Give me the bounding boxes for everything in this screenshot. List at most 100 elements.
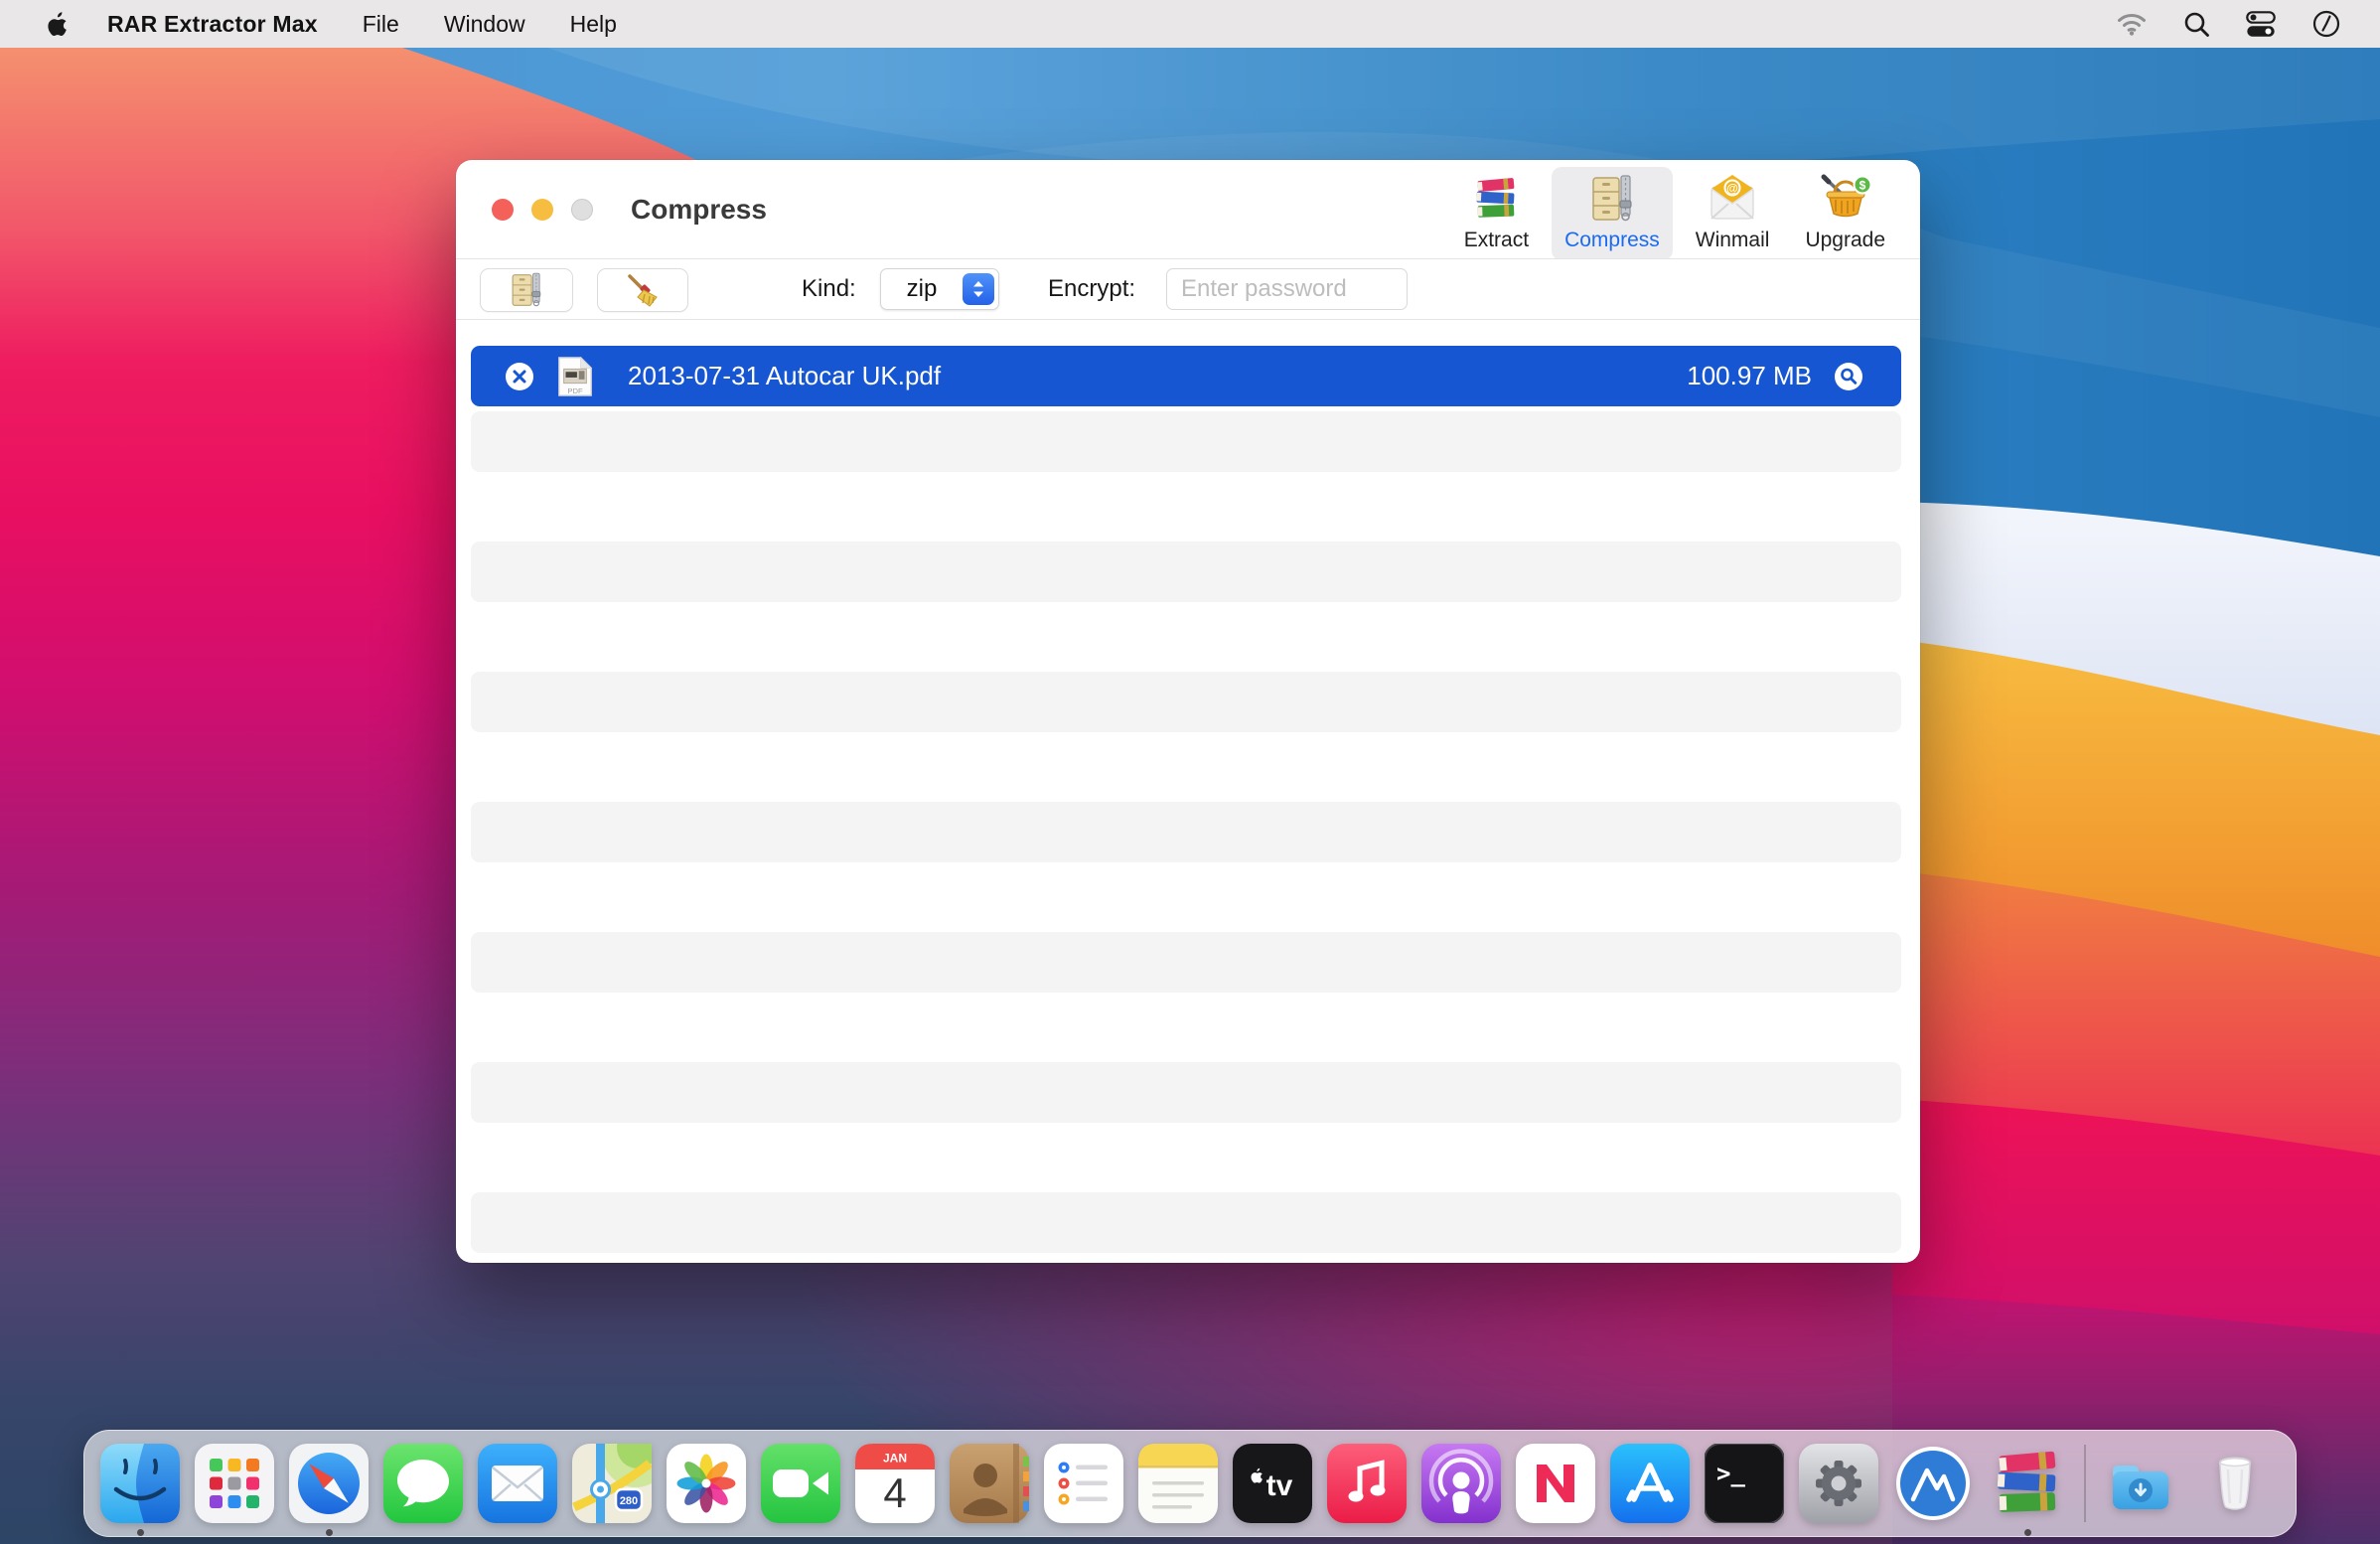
menu-bar: RAR Extractor Max File Window Help — [0, 0, 2380, 48]
upgrade-icon: $ — [1820, 173, 1871, 225]
menu-items: File Window Help — [318, 11, 617, 38]
wifi-icon[interactable] — [2117, 12, 2147, 37]
toolbar: Extract Compress @ Winmail $ Upgrade — [1451, 167, 1898, 260]
running-indicator — [326, 1529, 333, 1536]
pdf-file-icon: PDF — [556, 355, 594, 398]
file-row[interactable]: PDF 2013-07-31 Autocar UK.pdf 100.97 MB — [471, 346, 1901, 406]
dock-item-facetime[interactable] — [761, 1444, 840, 1523]
compress-mini-icon — [508, 271, 545, 309]
svg-text:JAN: JAN — [883, 1452, 907, 1466]
kind-select[interactable]: zip — [880, 268, 999, 310]
options-bar: Kind: zip Encrypt: — [456, 258, 1920, 320]
empty-list-row — [471, 802, 1901, 862]
dock-item-terminal[interactable]: >_ — [1705, 1444, 1784, 1523]
file-list: PDF 2013-07-31 Autocar UK.pdf 100.97 MB — [456, 320, 1920, 1263]
toolbar-item-compress[interactable]: Compress — [1552, 167, 1673, 260]
toolbar-item-label: Winmail — [1696, 229, 1770, 252]
dock-item-finder[interactable] — [100, 1444, 180, 1523]
dock-item-mail[interactable] — [478, 1444, 557, 1523]
dock-separator — [2084, 1445, 2086, 1522]
empty-list-row — [471, 606, 1901, 667]
dock-item-calendar[interactable]: JAN 4 — [855, 1444, 935, 1523]
dock-item-music[interactable] — [1327, 1444, 1407, 1523]
dock-item-rar-extractor[interactable] — [1988, 1444, 2067, 1523]
dock-item-podcasts[interactable] — [1421, 1444, 1501, 1523]
file-size: 100.97 MB — [1687, 361, 1812, 391]
minimize-button[interactable] — [531, 199, 553, 221]
dock-item-messages[interactable] — [383, 1444, 463, 1523]
close-button[interactable] — [492, 199, 514, 221]
menu-app-name[interactable]: RAR Extractor Max — [107, 11, 318, 38]
dock-item-maps[interactable]: 280 — [572, 1444, 652, 1523]
empty-list-row — [471, 997, 1901, 1057]
remove-file-button[interactable] — [505, 362, 534, 391]
dock-item-appstore[interactable] — [1610, 1444, 1690, 1523]
dock-item-downloads-folder[interactable] — [2101, 1444, 2180, 1523]
svg-text:280: 280 — [620, 1495, 638, 1507]
toolbar-item-label: Upgrade — [1805, 229, 1885, 252]
file-name: 2013-07-31 Autocar UK.pdf — [628, 361, 941, 391]
empty-list-row — [471, 932, 1901, 993]
empty-list-row — [471, 1192, 1901, 1253]
svg-text:>_: >_ — [1716, 1460, 1745, 1487]
running-indicator — [2024, 1529, 2031, 1536]
empty-list-row — [471, 1127, 1901, 1187]
clock-icon[interactable] — [2312, 10, 2340, 38]
toolbar-item-label: Extract — [1464, 229, 1529, 252]
dock: 280 JAN 4 tv >_ — [83, 1430, 2297, 1537]
dock-item-photos[interactable] — [667, 1444, 746, 1523]
desktop: RAR Extractor Max File Window Help Compres… — [0, 0, 2380, 1544]
password-input[interactable] — [1166, 268, 1408, 310]
window-controls — [492, 199, 593, 221]
window-title: Compress — [631, 160, 767, 258]
dock-item-safari[interactable] — [289, 1444, 369, 1523]
dock-item-trash[interactable] — [2195, 1444, 2275, 1523]
kind-label: Kind: — [802, 259, 856, 319]
winmail-icon: @ — [1707, 173, 1758, 225]
dock-item-tv[interactable]: tv — [1233, 1444, 1312, 1523]
menu-item-help[interactable]: Help — [570, 11, 617, 38]
dock-item-reminders[interactable] — [1044, 1444, 1123, 1523]
svg-text:tv: tv — [1266, 1469, 1293, 1502]
title-bar: Compress Extract Compress @ Winmail $ Upg… — [456, 160, 1920, 258]
menu-item-file[interactable]: File — [363, 11, 399, 38]
clean-list-button[interactable] — [597, 268, 688, 312]
spotlight-search-icon[interactable] — [2183, 11, 2209, 37]
running-indicator — [137, 1529, 144, 1536]
dock-item-contacts[interactable] — [950, 1444, 1029, 1523]
dock-item-notes[interactable] — [1138, 1444, 1218, 1523]
compress-icon — [1586, 173, 1638, 225]
control-center-icon[interactable] — [2246, 11, 2276, 38]
svg-text:$: $ — [1859, 179, 1865, 193]
empty-list-row — [471, 411, 1901, 472]
empty-list-row — [471, 672, 1901, 732]
menu-item-window[interactable]: Window — [444, 11, 525, 38]
dock-item-app-cleaner[interactable] — [1893, 1444, 1973, 1523]
svg-text:4: 4 — [883, 1469, 906, 1516]
empty-list-row — [471, 476, 1901, 537]
dock-item-system-preferences[interactable] — [1799, 1444, 1878, 1523]
toolbar-item-upgrade[interactable]: $ Upgrade — [1792, 167, 1898, 260]
dock-item-launchpad[interactable] — [195, 1444, 274, 1523]
toolbar-item-extract[interactable]: Extract — [1451, 167, 1542, 260]
broom-icon — [626, 273, 660, 307]
kind-selected-value: zip — [881, 275, 963, 303]
app-window: Compress Extract Compress @ Winmail $ Upg… — [456, 160, 1920, 1263]
extract-icon — [1470, 173, 1522, 225]
empty-list-row — [471, 541, 1901, 602]
empty-list-row — [471, 736, 1901, 797]
compress-settings-button[interactable] — [480, 268, 573, 312]
toolbar-item-winmail[interactable]: @ Winmail — [1683, 167, 1783, 260]
svg-text:PDF: PDF — [567, 386, 583, 395]
toolbar-item-label: Compress — [1564, 229, 1660, 252]
encrypt-label: Encrypt: — [1048, 259, 1135, 319]
preview-file-button[interactable] — [1834, 362, 1863, 391]
menu-status-area — [2117, 10, 2340, 38]
empty-list-row — [471, 866, 1901, 927]
empty-list-row — [471, 1062, 1901, 1123]
svg-text:@: @ — [1726, 182, 1738, 196]
apple-menu-icon[interactable] — [46, 11, 70, 38]
zoom-button[interactable] — [571, 199, 593, 221]
dock-item-news[interactable] — [1516, 1444, 1595, 1523]
stepper-icon — [963, 273, 994, 305]
